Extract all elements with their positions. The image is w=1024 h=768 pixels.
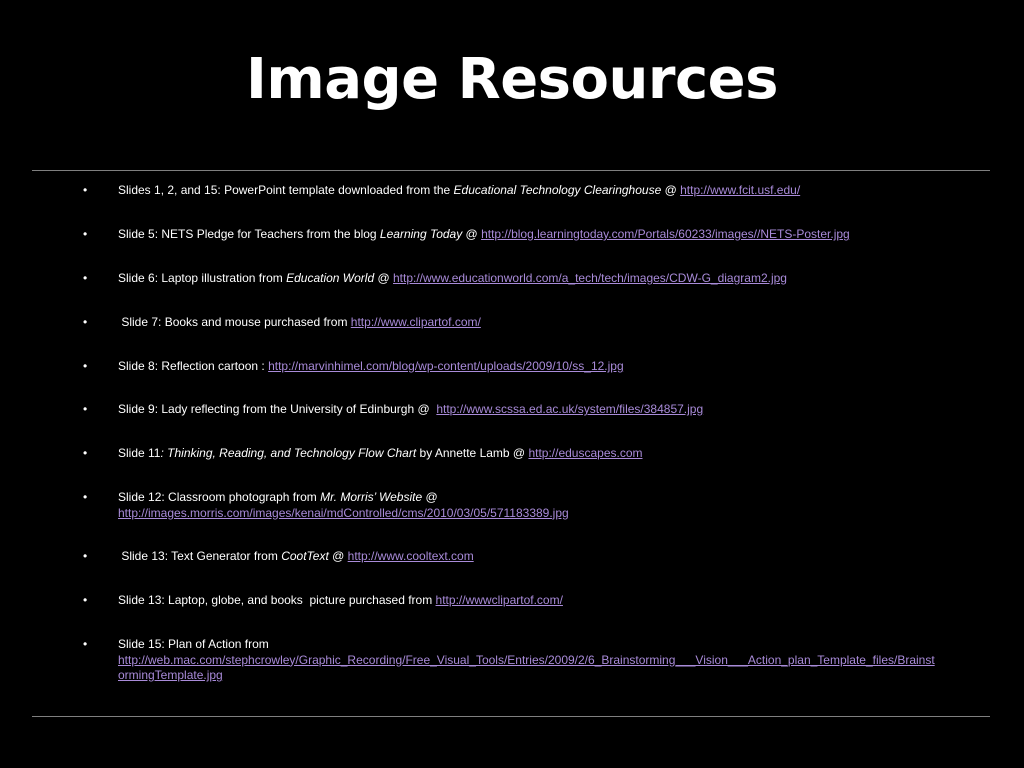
resource-link[interactable]: http://web.mac.com/stephcrowley/Graphic_… [118,653,935,683]
resource-item-slide-13-laptop-globe: • Slide 13: Laptop, globe, and books pic… [83,593,938,609]
bullet-icon: • [83,490,88,504]
resource-source-title: CootText [281,549,329,563]
resource-source-title: Mr. Morris’ Website [320,490,423,504]
resource-separator: @ [462,227,482,241]
resource-item-slide-13-text-generator: • Slide 13: Text Generator from CootText… [83,549,938,565]
resource-link[interactable]: http://www.clipartof.com/ [351,315,481,329]
bullet-icon: • [83,227,88,241]
resource-link[interactable]: http://blog.learningtoday.com/Portals/60… [481,227,850,241]
bullet-icon: • [83,315,88,329]
resource-item-slide-15: • Slide 15: Plan of Action from http://w… [83,637,938,684]
resource-separator: by Annette Lamb @ [416,446,529,460]
bullet-icon: • [83,446,88,460]
resource-separator: @ [374,271,393,285]
resource-separator: @ [422,490,438,504]
resource-link[interactable]: http://www.educationworld.com/a_tech/tec… [393,271,787,285]
resource-separator: @ [661,183,681,197]
resource-item-slides-1-2-15: • Slides 1, 2, and 15: PowerPoint templa… [83,183,938,199]
resource-text: Slide 12: Classroom photograph from [118,490,321,504]
bullet-icon: • [83,359,88,373]
resource-link[interactable]: http://eduscapes.com [528,446,642,460]
resource-text: Slide 11 [118,446,161,460]
resource-item-slide-9: • Slide 9: Lady reflecting from the Univ… [83,402,938,418]
resource-item-slide-11: • Slide 11: Thinking, Reading, and Techn… [83,446,938,462]
resource-text: Slides 1, 2, and 15: PowerPoint template… [118,183,454,197]
resource-separator: @ [328,549,348,563]
resource-item-slide-12: • Slide 12: Classroom photograph from Mr… [83,490,938,521]
bullet-icon: • [83,593,88,607]
resource-link[interactable]: http://images.morris.com/images/kenai/md… [118,506,569,520]
resource-source-title: Learning Today [379,227,463,241]
resource-link[interactable]: http://www.fcit.usf.edu/ [680,183,800,197]
resource-text: Slide 9: Lady reflecting from the Univer… [118,402,437,416]
resource-item-slide-8: • Slide 8: Reflection cartoon : http://m… [83,359,938,375]
bottom-divider [32,716,990,717]
resource-source-title: Educational Technology Clearinghouse [453,183,662,197]
resource-list: • Slides 1, 2, and 15: PowerPoint templa… [0,0,1024,768]
resource-text: Slide 6: Laptop illustration from [118,271,287,285]
resource-link[interactable]: http://www.cooltext.com [348,549,474,563]
resource-text: Slide 15: Plan of Action from [118,637,269,651]
bullet-icon: • [83,271,88,285]
resource-item-slide-5: • Slide 5: NETS Pledge for Teachers from… [83,227,938,243]
resource-source-title: : Thinking, Reading, and Technology Flow… [160,446,417,460]
bullet-icon: • [83,402,88,416]
bullet-icon: • [83,637,88,651]
resource-item-slide-6: • Slide 6: Laptop illustration from Educ… [83,271,938,287]
resource-link[interactable]: http://www.scssa.ed.ac.uk/system/files/3… [436,402,703,416]
resource-text: Slide 5: NETS Pledge for Teachers from t… [118,227,380,241]
resource-item-slide-7: • Slide 7: Books and mouse purchased fro… [83,315,938,331]
resource-text: Slide 13: Laptop, globe, and books pictu… [118,593,436,607]
resource-link[interactable]: http://wwwclipartof.com/ [436,593,563,607]
resource-source-title: Education World [286,271,375,285]
bullet-icon: • [83,183,88,197]
resource-link[interactable]: http://marvinhimel.com/blog/wp-content/u… [268,359,624,373]
bullet-icon: • [83,549,88,563]
resource-text: Slide 13: Text Generator from [118,549,282,563]
resource-text: Slide 7: Books and mouse purchased from [118,315,351,329]
resource-text: Slide 8: Reflection cartoon : [118,359,269,373]
